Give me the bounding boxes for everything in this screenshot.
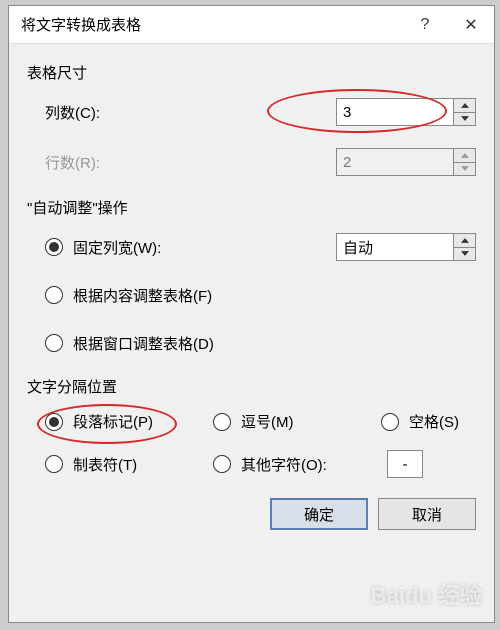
rows-spin-buttons (454, 148, 476, 176)
comma-label: 逗号(M) (241, 411, 294, 432)
fixed-width-spin-down[interactable] (454, 248, 475, 261)
comma-item[interactable]: 逗号(M) (213, 411, 373, 432)
cancel-button[interactable]: 取消 (378, 498, 476, 530)
autofit-window-radio[interactable] (45, 334, 63, 352)
separator-row-1: 段落标记(P) 逗号(M) 空格(S) (45, 411, 476, 432)
fixed-width-spinner (336, 233, 476, 261)
columns-spinner (336, 98, 476, 126)
dialog-buttons: 确定 取消 (9, 488, 494, 544)
rows-spin-up (454, 149, 475, 163)
section-autofit-label: "自动调整"操作 (27, 197, 476, 218)
autofit-content-row[interactable]: 根据内容调整表格(F) (45, 280, 476, 310)
rows-label: 行数(R): (45, 152, 336, 173)
other-radio[interactable] (213, 455, 231, 473)
fixed-width-input[interactable] (336, 233, 454, 261)
space-label: 空格(S) (409, 411, 459, 432)
paragraph-label: 段落标记(P) (73, 411, 153, 432)
fixed-width-row[interactable]: 固定列宽(W): (45, 232, 476, 262)
fixed-width-spin-up[interactable] (454, 234, 475, 248)
columns-spin-down[interactable] (454, 113, 475, 126)
columns-input[interactable] (336, 98, 454, 126)
paragraph-radio[interactable] (45, 413, 63, 431)
section-separator-label: 文字分隔位置 (27, 376, 476, 397)
paragraph-item[interactable]: 段落标记(P) (45, 411, 205, 432)
autofit-window-row[interactable]: 根据窗口调整表格(D) (45, 328, 476, 358)
rows-input (336, 148, 454, 176)
dialog: 将文字转换成表格 ? ✕ 表格尺寸 列数(C): 行数(R): (8, 5, 495, 623)
columns-row: 列数(C): (45, 97, 476, 127)
rows-spin-down (454, 163, 475, 176)
separator-row-2: 制表符(T) 其他字符(O): (45, 450, 476, 478)
other-item[interactable]: 其他字符(O): (213, 454, 373, 475)
section-size-label: 表格尺寸 (27, 62, 476, 83)
rows-spinner (336, 148, 476, 176)
space-radio[interactable] (381, 413, 399, 431)
autofit-content-radio[interactable] (45, 286, 63, 304)
dialog-content: 表格尺寸 列数(C): 行数(R): "自动调整"操作 (9, 44, 494, 488)
tab-item[interactable]: 制表符(T) (45, 454, 205, 475)
help-button[interactable]: ? (402, 6, 448, 43)
titlebar: 将文字转换成表格 ? ✕ (9, 6, 494, 44)
fixed-width-radio[interactable] (45, 238, 63, 256)
watermark: Baidu 经验 (371, 578, 482, 610)
separator-grid: 段落标记(P) 逗号(M) 空格(S) 制表符(T) (45, 411, 476, 478)
columns-spin-up[interactable] (454, 99, 475, 113)
autofit-content-label: 根据内容调整表格(F) (73, 285, 212, 306)
other-label: 其他字符(O): (241, 454, 327, 475)
tab-label: 制表符(T) (73, 454, 137, 475)
columns-spin-buttons (454, 98, 476, 126)
rows-row: 行数(R): (45, 147, 476, 177)
close-button[interactable]: ✕ (448, 6, 494, 43)
dialog-title: 将文字转换成表格 (21, 14, 402, 35)
comma-radio[interactable] (213, 413, 231, 431)
fixed-width-spin-buttons (454, 233, 476, 261)
tab-radio[interactable] (45, 455, 63, 473)
columns-label: 列数(C): (45, 102, 336, 123)
fixed-width-label: 固定列宽(W): (73, 237, 161, 258)
space-item[interactable]: 空格(S) (381, 411, 459, 432)
ok-button[interactable]: 确定 (270, 498, 368, 530)
other-char-input[interactable] (387, 450, 423, 478)
autofit-window-label: 根据窗口调整表格(D) (73, 333, 214, 354)
